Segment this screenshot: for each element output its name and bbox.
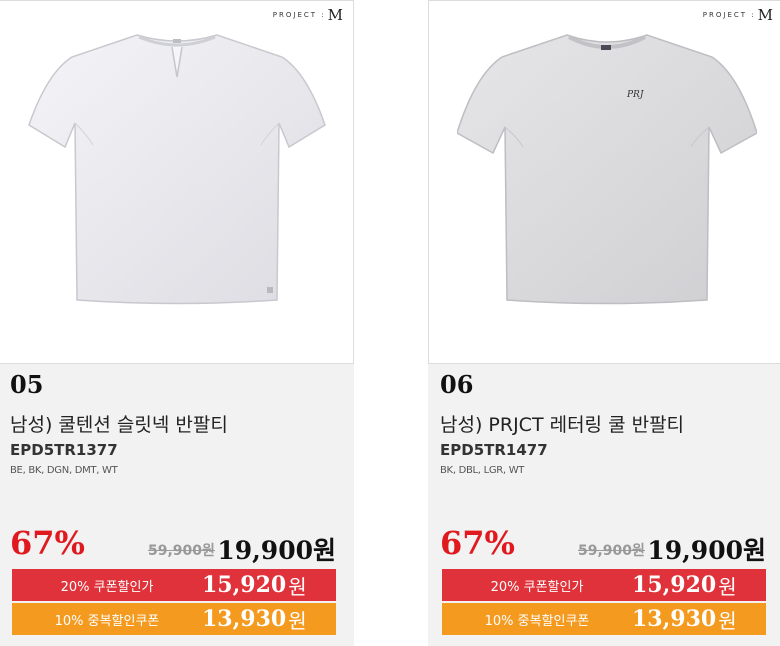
currency-unit: 원 bbox=[288, 574, 307, 599]
coupon-price-bar: 20% 쿠폰할인가 15,920 원 bbox=[442, 569, 766, 601]
currency-unit: 원 bbox=[718, 574, 737, 599]
product-title[interactable]: 남성) 쿨텐션 슬릿넥 반팔티 bbox=[10, 410, 228, 437]
coupon-label: 20% 쿠폰할인가 bbox=[490, 579, 584, 595]
discount-rate: 67% bbox=[440, 524, 515, 562]
product-image[interactable]: PROJECT : M bbox=[0, 0, 354, 364]
product-image[interactable]: PROJECT : M PRJ bbox=[428, 0, 780, 364]
original-price: 59,900원 bbox=[148, 543, 215, 559]
original-price: 59,900원 bbox=[578, 543, 645, 559]
brand-logo: PROJECT : M bbox=[273, 6, 343, 24]
coupon-amount: 13,930 bbox=[202, 606, 287, 632]
product-code: EPD5TR1477 bbox=[440, 441, 548, 459]
coupon-amount: 15,920 bbox=[202, 572, 287, 598]
product-code: EPD5TR1377 bbox=[10, 441, 118, 459]
coupon-label: 20% 쿠폰할인가 bbox=[60, 579, 154, 595]
brand-logo-text: PROJECT : bbox=[702, 11, 756, 19]
svg-text:PRJ: PRJ bbox=[626, 90, 645, 100]
sale-price: 19,900원 bbox=[217, 536, 336, 565]
coupon-amount: 13,930 bbox=[632, 606, 717, 632]
discount-rate: 67% bbox=[10, 524, 85, 562]
product-number: 06 bbox=[440, 370, 474, 399]
brand-logo-mark: M bbox=[327, 6, 343, 24]
duplicate-coupon-bar: 10% 중복할인쿠폰 13,930 원 bbox=[442, 603, 766, 635]
currency-unit: 원 bbox=[718, 608, 737, 633]
coupon-price-bar: 20% 쿠폰할인가 15,920 원 bbox=[12, 569, 336, 601]
product-card[interactable]: PROJECT : M 05 남성) 쿨텐션 슬릿넥 반팔티 EPD5TR137… bbox=[0, 0, 354, 646]
brand-logo-mark: M bbox=[757, 6, 773, 24]
sale-price: 19,900원 bbox=[647, 536, 766, 565]
duplicate-coupon-bar: 10% 중복할인쿠폰 13,930 원 bbox=[12, 603, 336, 635]
product-title[interactable]: 남성) PRJCT 레터링 쿨 반팔티 bbox=[440, 410, 684, 437]
brand-logo-text: PROJECT : bbox=[272, 11, 326, 19]
product-number: 05 bbox=[10, 370, 44, 399]
gray-crew-neck-tshirt-icon: PRJ bbox=[457, 34, 757, 305]
brand-logo: PROJECT : M bbox=[703, 6, 773, 24]
coupon-label: 10% 중복할인쿠폰 bbox=[54, 613, 160, 629]
product-colors: BK, DBL, LGR, WT bbox=[440, 465, 525, 476]
white-slit-neck-tshirt-icon bbox=[28, 34, 326, 305]
product-card[interactable]: PROJECT : M PRJ 06 남성) PRJCT 레터링 쿨 반팔티 E… bbox=[428, 0, 780, 646]
coupon-amount: 15,920 bbox=[632, 572, 717, 598]
currency-unit: 원 bbox=[288, 608, 307, 633]
product-colors: BE, BK, DGN, DMT, WT bbox=[10, 465, 118, 476]
coupon-label: 10% 중복할인쿠폰 bbox=[484, 613, 590, 629]
